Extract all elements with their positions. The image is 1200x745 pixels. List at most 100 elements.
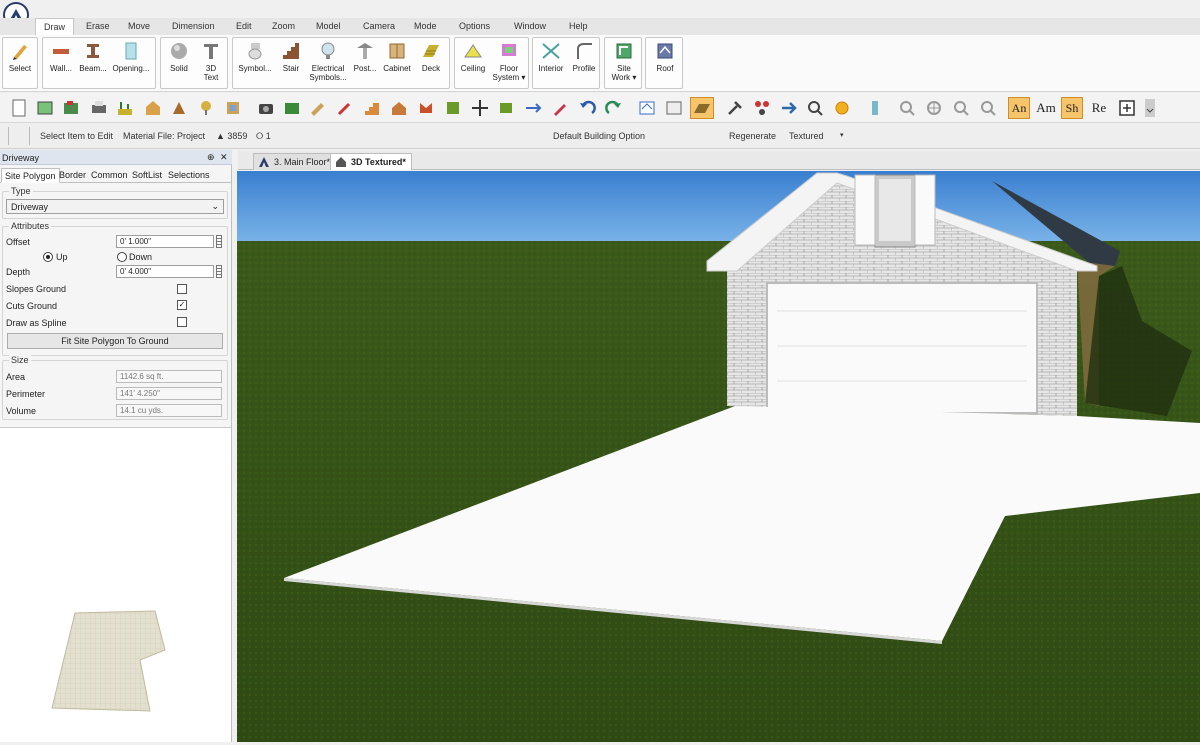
eyedropper-icon[interactable] — [336, 99, 354, 117]
depth-spinner[interactable] — [216, 265, 222, 278]
draw-as-spline-checkbox[interactable] — [177, 317, 187, 327]
menu-window[interactable]: Window — [514, 21, 546, 31]
render-mode-select[interactable]: Textured — [789, 131, 824, 141]
camera-icon[interactable] — [257, 99, 275, 117]
text-3d-button[interactable]: 3D Text — [197, 40, 225, 82]
cuts-ground-checkbox[interactable]: ✓ — [177, 300, 187, 310]
stair-button[interactable]: Stair — [277, 40, 305, 73]
tab-3d-textured[interactable]: 3D Textured* — [330, 153, 412, 170]
arrow-right-icon[interactable] — [780, 99, 798, 117]
tab-common[interactable]: Common — [88, 168, 131, 183]
tab-border[interactable]: Border — [56, 168, 89, 183]
deck-button[interactable]: Deck — [417, 40, 445, 73]
tab-softlist[interactable]: SoftList — [129, 168, 165, 183]
elevation-icon[interactable] — [665, 99, 683, 117]
profile-button[interactable]: Profile — [569, 40, 599, 73]
menu-move[interactable]: Move — [128, 21, 150, 31]
building-option[interactable]: Default Building Option — [553, 131, 645, 141]
am-toggle-button[interactable]: Am — [1035, 97, 1057, 119]
tab-main-floor[interactable]: 3. Main Floor* — [253, 153, 337, 170]
print-icon[interactable] — [90, 99, 108, 117]
zoom-target-icon[interactable] — [925, 99, 943, 117]
slopes-ground-checkbox[interactable] — [177, 284, 187, 294]
roof-button[interactable]: Roof — [650, 40, 680, 73]
offset-spinner[interactable] — [216, 235, 222, 248]
new-plan-icon[interactable] — [10, 99, 28, 117]
type-select[interactable]: Driveway ⌄ — [6, 199, 224, 214]
redo-icon[interactable] — [605, 99, 623, 117]
chevron-down-icon[interactable]: ▾ — [840, 131, 844, 139]
tool-icon[interactable] — [497, 99, 515, 117]
open-plan-icon[interactable] — [62, 99, 80, 117]
wrench-icon[interactable] — [417, 99, 435, 117]
menu-model[interactable]: Model — [316, 21, 341, 31]
wall-button[interactable]: Wall... — [46, 40, 76, 73]
an-toggle-button[interactable]: An — [1008, 97, 1030, 119]
select-button[interactable]: Select — [5, 40, 35, 73]
grip-handle[interactable] — [8, 127, 30, 145]
catalog-icon[interactable] — [224, 99, 242, 117]
solid-button[interactable]: Solid — [165, 40, 193, 73]
view-tabs: 3. Main Floor* 3D Textured* — [238, 151, 1200, 170]
re-toggle-button[interactable]: Re — [1088, 97, 1110, 119]
opening-button[interactable]: Opening... — [109, 40, 153, 73]
cabinet-button[interactable]: Cabinet — [381, 40, 413, 73]
menu-dimension[interactable]: Dimension — [172, 21, 215, 31]
ribbon-group-objects: Symbol... Stair Electrical Symbols... Po… — [232, 37, 450, 89]
post-button[interactable]: Post... — [351, 40, 379, 73]
new-layout-icon[interactable] — [36, 99, 54, 117]
tab-selections[interactable]: Selections — [165, 168, 213, 183]
plan-view-icon[interactable] — [638, 99, 656, 117]
hammer-icon[interactable] — [726, 99, 744, 117]
menu-zoom[interactable]: Zoom — [272, 21, 295, 31]
electrical-button[interactable]: Electrical Symbols... — [307, 40, 349, 82]
depth-field[interactable]: 0' 4.000" — [116, 265, 214, 278]
menu-options[interactable]: Options — [459, 21, 490, 31]
plant-icon[interactable] — [197, 99, 215, 117]
tab-site-polygon[interactable]: Site Polygon — [1, 168, 60, 183]
door-icon[interactable] — [866, 99, 884, 117]
interior-button[interactable]: Interior — [535, 40, 567, 73]
menu-camera[interactable]: Camera — [363, 21, 395, 31]
undo-icon[interactable] — [578, 99, 596, 117]
overflow-chevron-icon[interactable] — [1144, 99, 1156, 117]
zoom-icon[interactable] — [898, 99, 916, 117]
dots-icon[interactable] — [753, 99, 771, 117]
menu-draw[interactable]: Draw — [35, 18, 75, 35]
move-icon[interactable] — [471, 99, 489, 117]
down-radio[interactable] — [117, 252, 127, 262]
align-icon[interactable] — [524, 99, 542, 117]
materials-icon[interactable] — [170, 99, 188, 117]
walkthrough-icon[interactable] — [116, 99, 134, 117]
menu-erase[interactable]: Erase — [86, 21, 110, 31]
menu-edit[interactable]: Edit — [236, 21, 252, 31]
floor-system-button[interactable]: Floor System ▾ — [491, 40, 527, 82]
up-radio[interactable] — [43, 252, 53, 262]
shape-icon[interactable] — [444, 99, 462, 117]
sun-icon[interactable] — [833, 99, 851, 117]
pin-icon[interactable]: ⊕ — [207, 152, 215, 163]
ceiling-button[interactable]: Ceiling — [457, 40, 489, 73]
beam-button[interactable]: Beam... — [77, 40, 109, 73]
site-work-button[interactable]: Site Work ▾ — [609, 40, 639, 82]
3d-viewport[interactable] — [237, 171, 1200, 742]
stairs-icon[interactable] — [363, 99, 381, 117]
pencil-red-icon[interactable] — [551, 99, 569, 117]
sh-toggle-button[interactable]: Sh — [1061, 97, 1083, 119]
symbol-button[interactable]: Symbol... — [235, 40, 275, 73]
regenerate-button[interactable]: Regenerate — [729, 131, 776, 141]
magnifier-house-icon[interactable] — [806, 99, 824, 117]
menu-help[interactable]: Help — [569, 21, 588, 31]
house-icon[interactable] — [390, 99, 408, 117]
add-box-icon[interactable] — [1118, 99, 1136, 117]
zoom-in-icon[interactable] — [952, 99, 970, 117]
textured-view-button[interactable] — [690, 97, 714, 119]
paint-icon[interactable] — [309, 99, 327, 117]
offset-field[interactable]: 0' 1.000" — [116, 235, 214, 248]
fit-to-ground-button[interactable]: Fit Site Polygon To Ground — [7, 333, 223, 349]
library-icon[interactable] — [144, 99, 162, 117]
close-icon[interactable]: ✕ — [220, 152, 228, 163]
menu-mode[interactable]: Mode — [414, 21, 437, 31]
zoom-out-icon[interactable] — [979, 99, 997, 117]
plant-chooser-icon[interactable] — [283, 99, 301, 117]
